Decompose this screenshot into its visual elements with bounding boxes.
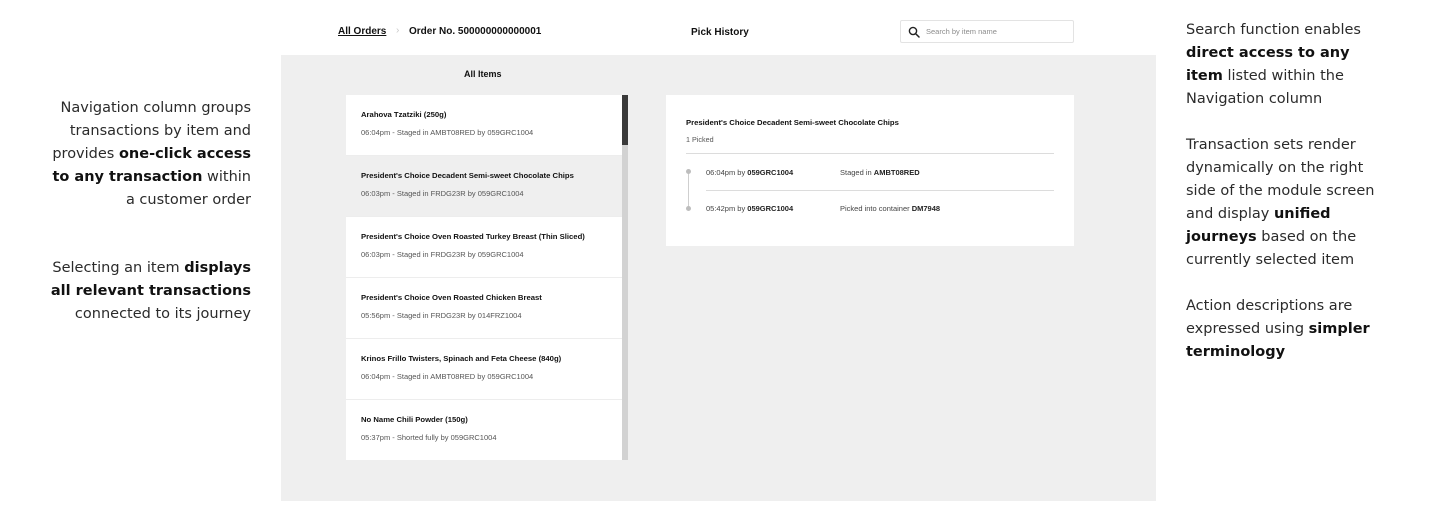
main-panel: All Items Arahova Tzatziki (250g) 06:04p… bbox=[281, 55, 1156, 501]
nav-item[interactable]: Arahova Tzatziki (250g) 06:04pm - Staged… bbox=[346, 95, 628, 156]
event-time: 05:42pm by 059GRC1004 bbox=[706, 204, 794, 213]
nav-item-name: President's Choice Oven Roasted Turkey B… bbox=[361, 232, 585, 241]
nav-item[interactable]: President's Choice Oven Roasted Turkey B… bbox=[346, 217, 628, 278]
annotation-navigation: Navigation column groups transactions by… bbox=[52, 100, 251, 208]
nav-item[interactable]: No Name Chili Powder (150g) 05:37pm - Sh… bbox=[346, 400, 628, 460]
timeline-dot bbox=[686, 169, 691, 174]
breadcrumb-order-number: Order No. 500000000000001 bbox=[409, 26, 542, 37]
nav-item-name: President's Choice Oven Roasted Chicken … bbox=[361, 293, 542, 302]
breadcrumb-separator: › bbox=[396, 25, 400, 36]
navigation-column: Arahova Tzatziki (250g) 06:04pm - Staged… bbox=[346, 95, 628, 460]
event-action: Picked into container DM7948 bbox=[840, 204, 941, 213]
nav-item-meta: 06:03pm - Staged in FRDG23R by 059GRC100… bbox=[361, 189, 524, 198]
transaction-detail-card: President's Choice Decadent Semi-sweet C… bbox=[666, 95, 1074, 246]
annotation-action-descriptions: Action descriptions are expressed using … bbox=[1186, 298, 1370, 360]
divider bbox=[706, 190, 1054, 191]
breadcrumb-all-orders-link[interactable]: All Orders bbox=[338, 26, 386, 37]
search-box[interactable] bbox=[900, 20, 1074, 43]
navigation-column-heading: All Items bbox=[464, 69, 502, 79]
nav-item-name: No Name Chili Powder (150g) bbox=[361, 415, 468, 424]
search-input[interactable] bbox=[926, 27, 1066, 36]
detail-picked-count: 1 Picked bbox=[686, 135, 714, 144]
annotation-transaction-sets: Transaction sets render dynamically on t… bbox=[1186, 137, 1375, 268]
event-time: 06:04pm by 059GRC1004 bbox=[706, 168, 794, 177]
nav-item[interactable]: President's Choice Oven Roasted Chicken … bbox=[346, 278, 628, 339]
timeline-dot bbox=[686, 206, 691, 211]
nav-item-meta: 06:04pm - Staged in AMBT08RED by 059GRC1… bbox=[361, 128, 534, 137]
nav-item-meta: 05:37pm - Shorted fully by 059GRC1004 bbox=[361, 433, 497, 442]
nav-scrollbar-thumb[interactable] bbox=[622, 95, 628, 145]
nav-item-name: Krinos Frillo Twisters, Spinach and Feta… bbox=[361, 354, 562, 363]
divider bbox=[686, 153, 1054, 154]
timeline-line bbox=[688, 173, 689, 208]
nav-item-name: President's Choice Decadent Semi-sweet C… bbox=[361, 171, 574, 180]
search-icon bbox=[908, 26, 920, 38]
page-title: Pick History bbox=[691, 27, 749, 38]
nav-item-name: Arahova Tzatziki (250g) bbox=[361, 110, 447, 119]
top-bar: All Orders › Order No. 500000000000001 P… bbox=[281, 0, 1156, 55]
nav-item-meta: 06:03pm - Staged in FRDG23R by 059GRC100… bbox=[361, 250, 524, 259]
annotation-selecting: Selecting an item displays all relevant … bbox=[50, 260, 251, 322]
nav-scrollbar-track[interactable] bbox=[622, 95, 628, 460]
nav-item[interactable]: Krinos Frillo Twisters, Spinach and Feta… bbox=[346, 339, 628, 400]
annotation-search: Search function enables direct access to… bbox=[1186, 22, 1361, 107]
nav-item-meta: 06:04pm - Staged in AMBT08RED by 059GRC1… bbox=[361, 372, 534, 381]
nav-item-meta: 05:56pm - Staged in FRDG23R by 014FRZ100… bbox=[361, 311, 522, 320]
nav-item-selected[interactable]: President's Choice Decadent Semi-sweet C… bbox=[346, 156, 628, 217]
event-action: Staged in AMBT08RED bbox=[840, 168, 920, 177]
detail-item-title: President's Choice Decadent Semi-sweet C… bbox=[686, 118, 899, 127]
